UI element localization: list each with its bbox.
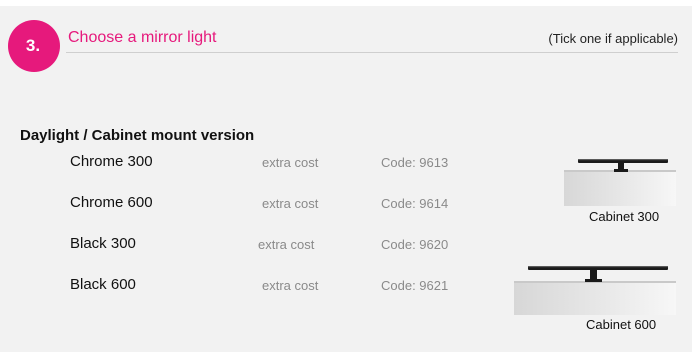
option-cost: extra cost xyxy=(262,196,319,211)
header-divider xyxy=(66,52,678,53)
option-name: Chrome 600 xyxy=(70,194,153,211)
option-row-black-300[interactable]: Black 300 extra cost Code: 9620 xyxy=(0,235,520,259)
option-name: Black 600 xyxy=(70,276,136,293)
mirror-light-panel: 3. Choose a mirror light (Tick one if ap… xyxy=(0,6,692,352)
option-code: Code: 9621 xyxy=(381,278,449,293)
option-cost: extra cost xyxy=(262,155,319,170)
option-code: Code: 9614 xyxy=(381,196,449,211)
option-row-chrome-600[interactable]: Chrome 600 extra cost Code: 9614 xyxy=(0,194,520,218)
option-row-black-600[interactable]: Black 600 extra cost Code: 9621 xyxy=(0,276,520,300)
tick-note: (Tick one if applicable) xyxy=(548,31,678,46)
subsection-title: Daylight / Cabinet mount version xyxy=(20,127,255,144)
option-name: Black 300 xyxy=(70,235,136,252)
cabinet-light-600-image xyxy=(514,259,676,315)
section-heading: Choose a mirror light xyxy=(68,29,217,46)
option-code: Code: 9613 xyxy=(381,155,449,170)
cabinet-light-300-image xyxy=(564,150,692,206)
cabinet-light-300-icon xyxy=(564,159,676,206)
step-number-badge: 3. xyxy=(8,20,60,72)
option-name: Chrome 300 xyxy=(70,153,153,170)
option-code: Code: 9620 xyxy=(381,237,449,252)
cabinet-light-600-icon xyxy=(514,266,676,315)
product-caption-300: Cabinet 300 xyxy=(589,209,660,224)
option-cost: extra cost xyxy=(258,237,315,252)
option-cost: extra cost xyxy=(262,278,319,293)
option-row-chrome-300[interactable]: Chrome 300 extra cost Code: 9613 xyxy=(0,153,520,177)
product-caption-600: Cabinet 600 xyxy=(586,317,657,332)
